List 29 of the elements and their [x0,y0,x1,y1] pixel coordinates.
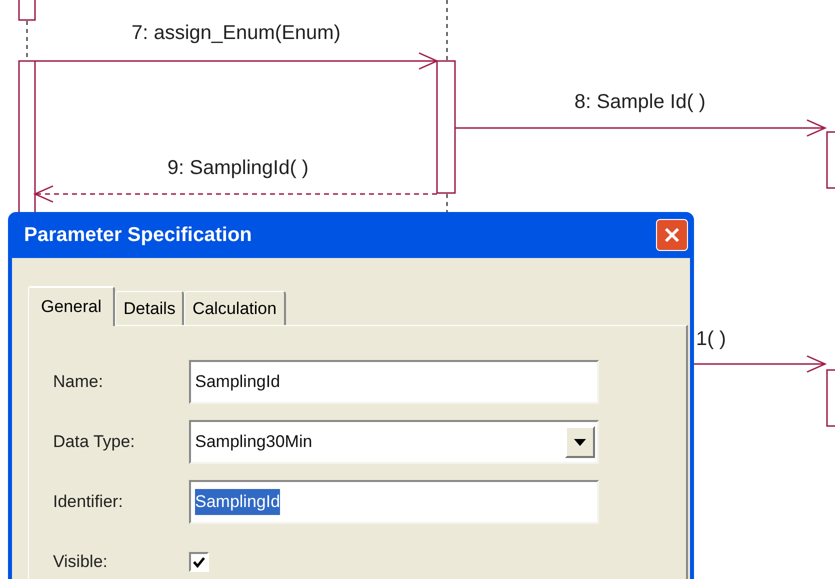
tab[interactable]: General [28,286,116,326]
field-label: Visible: [53,551,108,574]
message-label: 9: SamplingId( ) [167,158,309,178]
checkmark-icon [192,555,206,569]
field-value: SamplingId [195,489,280,515]
input-field[interactable]: SamplingId [189,480,599,524]
dropdown-field[interactable]: Sampling30Min [189,420,599,464]
field-value: Sampling30Min [195,431,312,454]
field-label: Identifier: [53,491,124,514]
tab[interactable]: Calculation [184,291,286,325]
caret-icon [574,438,586,446]
field-label: Data Type: [53,431,136,454]
message-label: 1( ) [696,329,726,349]
window-title: Parameter Specification [24,223,252,248]
activation-bar [826,131,835,189]
activation-bar [826,369,835,427]
dropdown-button[interactable] [565,426,595,458]
field-label: Name: [53,371,104,394]
input-field[interactable]: SamplingId [189,360,599,404]
tab[interactable]: Details [115,291,184,325]
close-button[interactable] [656,219,688,251]
message-label: 8: Sample Id( ) [574,92,706,112]
lifeline [446,194,448,212]
lifeline [446,0,448,60]
message-label: 7: assign_Enum(Enum) [132,23,340,43]
close-icon [663,226,681,244]
checkbox[interactable] [189,552,209,572]
activation-bar [18,0,36,21]
field-value: SamplingId [195,371,280,394]
